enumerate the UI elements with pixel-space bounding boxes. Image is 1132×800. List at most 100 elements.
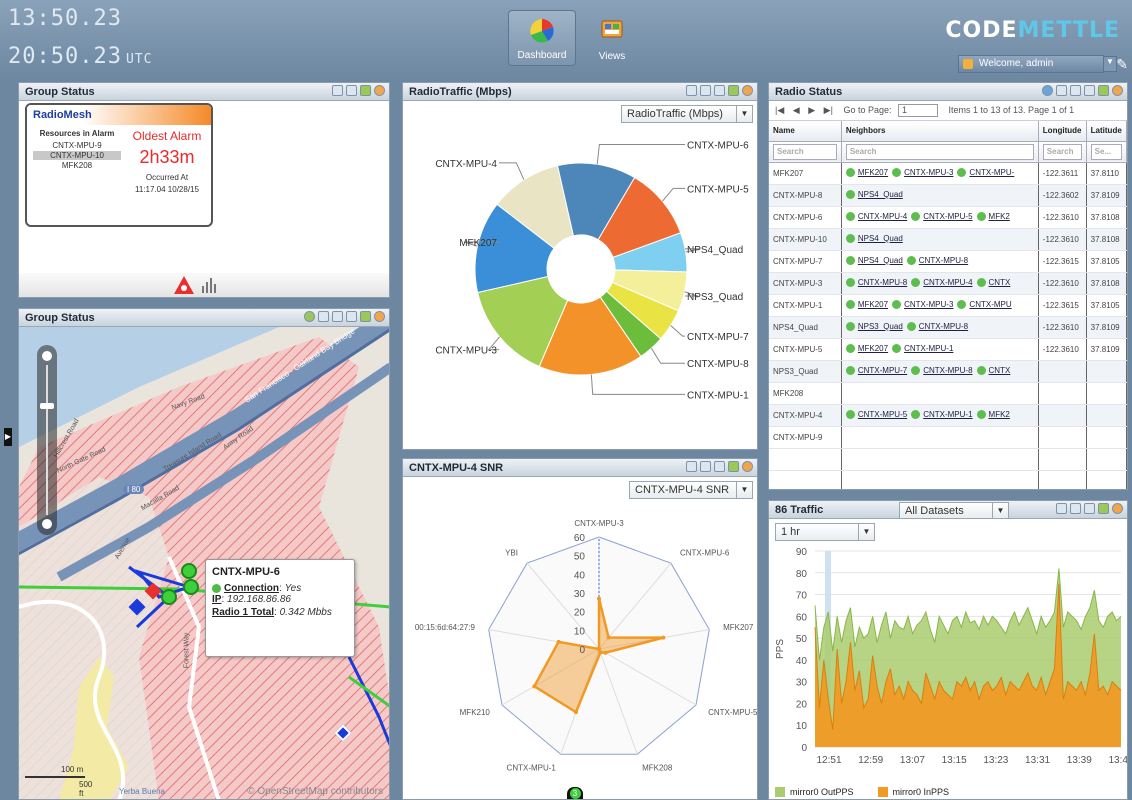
- column-header-name[interactable]: Name: [769, 121, 842, 142]
- neighbor-link[interactable]: CNTX-MPU-1: [911, 409, 973, 419]
- neighbor-name[interactable]: CNTX-MPU-8: [919, 322, 968, 331]
- chart-icon[interactable]: [686, 85, 697, 96]
- copy-icon[interactable]: [332, 311, 343, 322]
- neighbor-name[interactable]: CNTX-MPU-4: [858, 212, 907, 221]
- first-page-icon[interactable]: |◀: [775, 105, 784, 115]
- neighbor-link[interactable]: CNTX-MPU-8: [906, 255, 968, 265]
- table-view-icon[interactable]: [332, 85, 343, 96]
- node-marker-green[interactable]: [161, 589, 177, 605]
- expand-icon[interactable]: [360, 85, 371, 96]
- neighbor-link[interactable]: CNTX-MPU-8: [845, 277, 907, 287]
- neighbor-name[interactable]: CNTX-MPU-5: [923, 212, 972, 221]
- neighbor-link[interactable]: NPS3_Quad: [845, 321, 903, 331]
- neighbor-name[interactable]: CNTX-MPU-5: [858, 410, 907, 419]
- table-row[interactable]: CNTX-MPU-8 NPS4_Quad -122.3602 37.8109: [769, 184, 1127, 207]
- table-view-icon[interactable]: [700, 85, 711, 96]
- print-icon[interactable]: [346, 311, 357, 322]
- neighbor-name[interactable]: NPS4_Quad: [858, 190, 903, 199]
- next-page-icon[interactable]: ▶: [808, 105, 815, 115]
- expand-icon[interactable]: [728, 85, 739, 96]
- neighbor-name[interactable]: CNTX: [989, 366, 1011, 375]
- table-row[interactable]: CNTX-MPU-10 NPS4_Quad -122.3610 37.8108: [769, 228, 1127, 251]
- alarm-triangle-icon[interactable]: [173, 275, 195, 295]
- globe-icon[interactable]: [1042, 85, 1053, 96]
- table-row[interactable]: CNTX-MPU-5 MFK207 CNTX-MPU-1 -122.3610 37.81…: [769, 338, 1127, 361]
- neighbor-link[interactable]: NPS4_Quad: [845, 189, 903, 199]
- neighbor-name[interactable]: CNTX-MPU-8: [923, 366, 972, 375]
- table-view-icon[interactable]: [1070, 85, 1081, 96]
- radiomesh-card[interactable]: RadioMesh Resources in Alarm CNTX-MPU-9 …: [25, 103, 213, 227]
- neighbor-name[interactable]: MFK207: [858, 168, 888, 177]
- user-menu[interactable]: Welcome, admin ▼: [958, 55, 1117, 73]
- expand-icon[interactable]: [1098, 85, 1109, 96]
- table-row[interactable]: CNTX-MPU-1 MFK207 CNTX-MPU-3 CNTX-MPU -122.3…: [769, 294, 1127, 317]
- neighbor-link[interactable]: CNTX-MPU-8: [911, 365, 973, 375]
- chart-icon[interactable]: [1056, 85, 1067, 96]
- longitude-search-input[interactable]: Search: [1042, 143, 1082, 160]
- neighbor-link[interactable]: CNTX-MPU: [957, 299, 1012, 309]
- neighbor-name[interactable]: NPS3_Quad: [858, 322, 903, 331]
- legend-item-outpps[interactable]: mirror0 OutPPS: [775, 787, 854, 797]
- table-view-icon[interactable]: [1070, 503, 1081, 514]
- settings-icon[interactable]: [374, 311, 385, 322]
- table-row[interactable]: CNTX-MPU-7 NPS4_Quad CNTX-MPU-8 -122.3615 37…: [769, 250, 1127, 273]
- resource-item[interactable]: CNTX-MPU-9: [33, 141, 121, 150]
- settings-icon[interactable]: [742, 85, 753, 96]
- radar-point[interactable]: [574, 710, 579, 715]
- neighbor-name[interactable]: MFK2: [989, 212, 1010, 221]
- neighbor-link[interactable]: MFK2: [976, 211, 1010, 221]
- copy-icon[interactable]: [1084, 85, 1095, 96]
- last-page-icon[interactable]: ▶|: [824, 105, 833, 115]
- zoom-in-icon[interactable]: [42, 351, 52, 361]
- radar-point[interactable]: [661, 635, 666, 640]
- copy-icon[interactable]: [1084, 503, 1095, 514]
- nav-views-button[interactable]: Views: [578, 10, 646, 66]
- user-menu-dropdown-icon[interactable]: ▼: [1103, 56, 1117, 72]
- neighbor-link[interactable]: CNTX-MPU-: [957, 167, 1014, 177]
- settings-icon[interactable]: [1112, 503, 1123, 514]
- column-header-longitude[interactable]: Longitude: [1038, 121, 1087, 142]
- column-header-neighbors[interactable]: Neighbors: [841, 121, 1039, 142]
- neighbor-name[interactable]: MFK207: [858, 300, 888, 309]
- neighbor-link[interactable]: CNTX-MPU-1: [892, 343, 953, 353]
- zoom-track[interactable]: [46, 365, 48, 515]
- table-row[interactable]: NPS4_Quad NPS3_Quad CNTX-MPU-8 -122.3610 37.…: [769, 316, 1127, 339]
- radar-point[interactable]: [606, 635, 611, 640]
- table-row[interactable]: MFK207 MFK207 CNTX-MPU-3 CNTX-MPU- -122.3611…: [769, 162, 1127, 185]
- neighbor-name[interactable]: CNTX-MPU-3: [904, 300, 953, 309]
- settings-icon[interactable]: [742, 461, 753, 472]
- copy-icon[interactable]: [714, 85, 725, 96]
- latitude-search-input[interactable]: Se...: [1090, 143, 1122, 160]
- chart-icon[interactable]: [1056, 503, 1067, 514]
- sidebar-toggle-icon[interactable]: ▶: [4, 428, 12, 446]
- layers-icon[interactable]: [318, 311, 329, 322]
- neighbor-link[interactable]: NPS4_Quad: [845, 255, 903, 265]
- datasets-selector[interactable]: All Datasets ▼: [899, 502, 1009, 519]
- snr-selector[interactable]: CNTX-MPU-4 SNR ▼: [629, 481, 753, 499]
- table-row[interactable]: CNTX-MPU-3 CNTX-MPU-8 CNTX-MPU-4 CNTX -122.3…: [769, 272, 1127, 295]
- node-marker-green[interactable]: [183, 579, 199, 595]
- neighbor-name[interactable]: CNTX-MPU-4: [923, 278, 972, 287]
- table-row[interactable]: CNTX-MPU-9: [769, 426, 1127, 449]
- neighbor-name[interactable]: CNTX-MPU-1: [904, 344, 953, 353]
- neighbor-link[interactable]: CNTX-MPU-3: [892, 167, 953, 177]
- radar-point[interactable]: [556, 639, 561, 644]
- expand-icon[interactable]: [360, 311, 371, 322]
- neighbor-link[interactable]: MFK207: [845, 343, 888, 353]
- expand-icon[interactable]: [728, 461, 739, 472]
- table-row[interactable]: CNTX-MPU-6 CNTX-MPU-4 CNTX-MPU-5 MFK2 -122.3…: [769, 206, 1127, 229]
- neighbor-name[interactable]: MFK207: [858, 344, 888, 353]
- radar-point[interactable]: [597, 596, 601, 601]
- table-row[interactable]: CNTX-MPU-4 CNTX-MPU-5 CNTX-MPU-1 MFK2: [769, 404, 1127, 427]
- neighbor-name[interactable]: NPS4_Quad: [858, 256, 903, 265]
- neighbor-link[interactable]: CNTX-MPU-3: [892, 299, 953, 309]
- neighbor-name[interactable]: CNTX: [989, 278, 1011, 287]
- neighbor-name[interactable]: MFK2: [989, 410, 1010, 419]
- neighbors-search-input[interactable]: Search: [845, 143, 1034, 160]
- neighbor-link[interactable]: MFK207: [845, 299, 888, 309]
- add-icon[interactable]: [304, 311, 315, 322]
- chart-icon[interactable]: [686, 461, 697, 472]
- chevron-down-icon[interactable]: ▼: [992, 503, 1008, 518]
- chevron-down-icon[interactable]: ▼: [736, 106, 752, 122]
- chevron-down-icon[interactable]: ▼: [858, 524, 874, 540]
